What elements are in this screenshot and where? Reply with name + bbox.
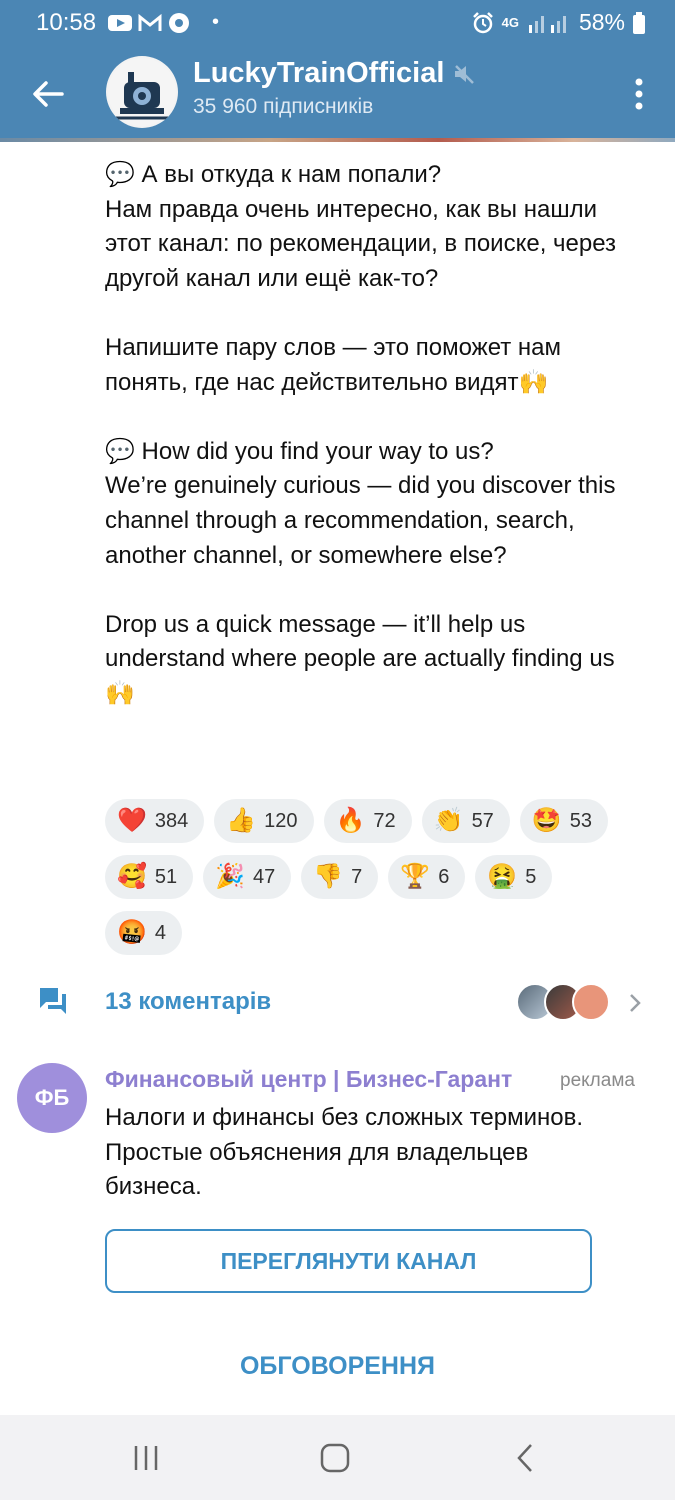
signal-icon [528, 15, 566, 33]
battery-percent: 58% [578, 9, 625, 35]
reactions-panel: ❤️ 384 👍 120 🔥 72 👏 57 🤩 53 🥰 51 🎉 47 👎 7 🏆 6 🤮 5 … [105, 799, 625, 967]
reaction-clap[interactable]: 👏 57 [421, 799, 510, 843]
sponsor-name[interactable]: Финансовый центр | Бизнес-Гарант [105, 1066, 512, 1093]
smiling-hearts-emoji: 🥰 [117, 863, 147, 890]
status-bar: 10:58 • 4G 58% [0, 0, 675, 44]
reaction-party[interactable]: 🎉 47 [203, 855, 292, 899]
reaction-count: 51 [154, 865, 178, 888]
heart-emoji: ❤️ [117, 807, 147, 834]
reaction-star-struck[interactable]: 🤩 53 [519, 799, 608, 843]
party-popper-emoji: 🎉 [215, 863, 246, 890]
reaction-cursing[interactable]: 🤬 4 [105, 911, 183, 955]
train-logo-icon [108, 58, 176, 126]
status-dot: • [212, 11, 220, 33]
reaction-thumbs-up[interactable]: 👍 120 [214, 799, 314, 843]
view-channel-button[interactable]: ПЕРЕГЛЯНУТИ КАНАЛ [105, 1229, 592, 1293]
commenter-avatar [572, 983, 610, 1021]
trophy-emoji: 🏆 [400, 863, 431, 890]
reaction-count: 57 [471, 809, 494, 832]
channel-name[interactable]: LuckyTrainOfficial [193, 57, 444, 90]
reaction-fire[interactable]: 🔥 72 [323, 799, 412, 843]
sponsor-avatar[interactable]: ФБ [17, 1063, 87, 1133]
network-type: 4G [501, 15, 519, 30]
comments-icon [40, 988, 66, 1014]
recent-apps-icon[interactable] [131, 1443, 161, 1473]
star-struck-emoji: 🤩 [531, 807, 562, 834]
home-icon[interactable] [320, 1443, 350, 1473]
channel-avatar[interactable] [106, 56, 178, 128]
vomiting-face-emoji: 🤮 [487, 863, 518, 890]
reaction-count: 47 [253, 865, 276, 888]
thumbs-up-emoji: 👍 [226, 807, 257, 834]
channel-header: LuckyTrainOfficial 35 960 підписників [0, 44, 675, 142]
reaction-heart[interactable]: ❤️ 384 [105, 799, 205, 843]
reaction-count: 5 [525, 865, 537, 888]
back-nav-icon[interactable] [514, 1443, 536, 1473]
reaction-count: 384 [154, 809, 189, 832]
reaction-count: 53 [569, 809, 592, 832]
reaction-count: 6 [438, 865, 450, 888]
reaction-trophy[interactable]: 🏆 6 [388, 855, 466, 899]
status-time: 10:58 [36, 9, 97, 36]
cursing-face-emoji: 🤬 [117, 919, 147, 946]
sponsor-text: Налоги и финансы без сложных терминов. П… [105, 1104, 584, 1201]
youtube-icon [108, 14, 132, 31]
header-wallpaper-strip [0, 138, 675, 142]
reaction-vomit[interactable]: 🤮 5 [475, 855, 553, 899]
more-options-icon[interactable] [633, 74, 645, 114]
post-text: 💬 А вы откуда к нам попали? Нам правда о… [105, 161, 617, 707]
reaction-count: 120 [264, 809, 298, 832]
gmail-icon [138, 13, 162, 31]
battery-icon [633, 11, 645, 34]
back-arrow-icon[interactable] [28, 74, 68, 114]
discussion-button[interactable]: ОБГОВОРЕННЯ [0, 1352, 675, 1381]
chrome-icon [169, 12, 189, 33]
ad-label: реклама [560, 1070, 635, 1091]
alarm-icon [472, 11, 493, 33]
comments-count-label[interactable]: 13 коментарів [105, 988, 271, 1016]
thumbs-down-emoji: 👎 [313, 863, 344, 890]
muted-icon [455, 64, 475, 84]
comments-row[interactable]: 13 коментарів [0, 978, 675, 1028]
clap-emoji: 👏 [433, 807, 464, 834]
fire-emoji: 🔥 [335, 807, 366, 834]
reaction-count: 4 [154, 921, 167, 944]
reaction-count: 72 [373, 809, 396, 832]
chevron-right-icon [630, 994, 641, 1012]
system-nav-bar [0, 1415, 675, 1500]
reaction-smiling-hearts[interactable]: 🥰 51 [105, 855, 194, 899]
reaction-count: 7 [351, 865, 363, 888]
reaction-thumbs-down[interactable]: 👎 7 [301, 855, 379, 899]
subscriber-count: 35 960 підписників [193, 95, 374, 118]
